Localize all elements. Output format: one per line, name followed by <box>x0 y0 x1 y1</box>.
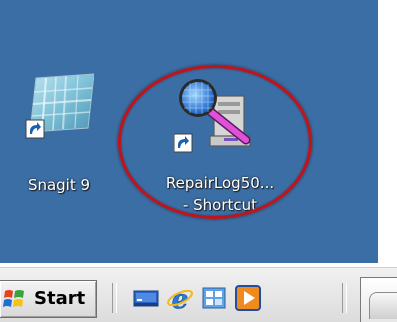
taskbar-window-button[interactable] <box>360 277 397 322</box>
snagit-label: Snagit 9 <box>27 176 91 194</box>
show-desktop-icon[interactable] <box>132 284 160 312</box>
switch-windows-icon[interactable] <box>200 284 228 312</box>
taskbar-separator <box>342 283 347 313</box>
start-button[interactable]: Start <box>0 280 97 318</box>
svg-text:e: e <box>172 285 189 312</box>
desktop-icon-snagit[interactable]: Snagit 9 <box>14 64 104 199</box>
repairlog-label-line1: RepairLog50... <box>165 174 275 192</box>
start-label: Start <box>34 288 86 309</box>
window-button-icon <box>369 292 397 319</box>
repairlog-icon <box>174 79 251 153</box>
internet-explorer-icon[interactable]: e <box>166 284 194 312</box>
desktop-icon-repairlog[interactable]: RepairLog50... - Shortcut <box>140 74 300 214</box>
windows-logo-icon <box>3 290 24 307</box>
snagit-icon <box>25 73 94 139</box>
taskbar-separator <box>112 283 117 313</box>
media-player-icon[interactable] <box>234 284 262 312</box>
window-edge <box>378 0 397 263</box>
screenshot: Snagit 9 RepairLog50... - Shortcut Start… <box>0 0 397 322</box>
repairlog-label-line2: - Shortcut <box>182 196 258 214</box>
taskbar-border <box>0 263 397 268</box>
